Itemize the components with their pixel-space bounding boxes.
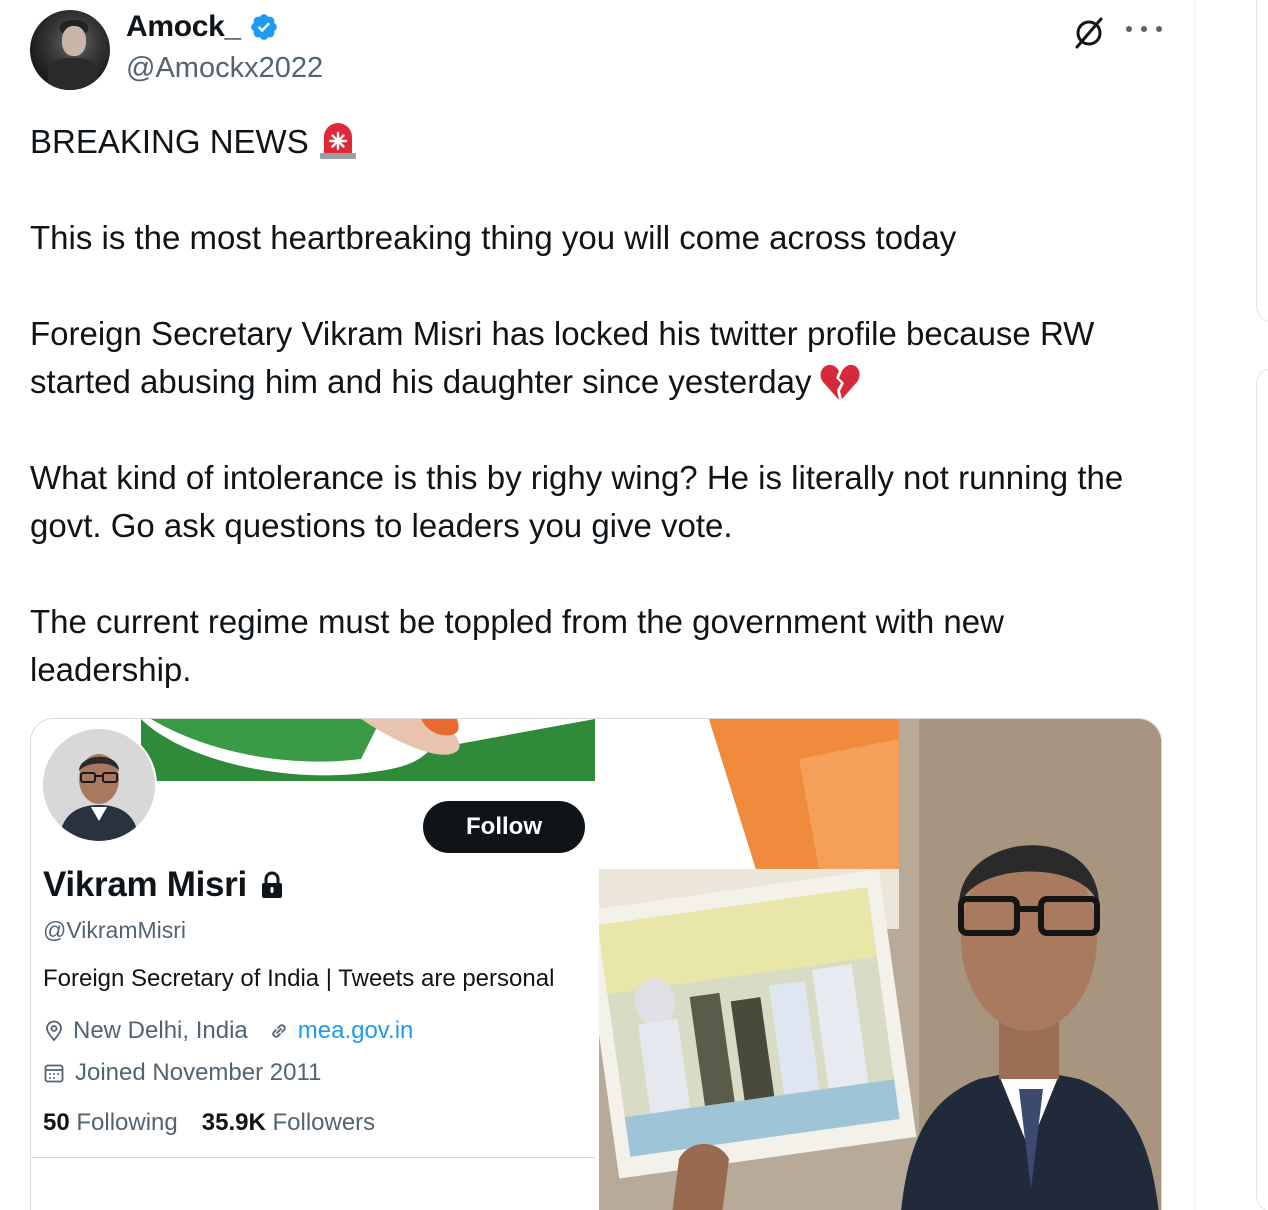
sidebar-card (1256, 368, 1268, 1210)
lock-icon (261, 871, 282, 898)
author-avatar[interactable] (30, 10, 110, 90)
press-briefing-photo[interactable] (599, 719, 1161, 1210)
sidebar-card (1256, 0, 1268, 322)
profile-screenshot-image[interactable]: Follow Vikram Misri @VikramMisri Foreign… (31, 719, 595, 1210)
profile-location: New Delhi, India (73, 1017, 248, 1044)
press-briefing-photo-art (599, 719, 1161, 1210)
tweet-text-paragraph: What kind of intolerance is this by righ… (30, 459, 1124, 544)
profile-name-row: Vikram Misri (43, 865, 285, 905)
grok-icon[interactable] (1070, 14, 1108, 52)
profile-name: Vikram Misri (43, 865, 247, 904)
profile-handle: @VikramMisri (43, 917, 187, 943)
broken-heart-icon (821, 364, 861, 400)
column-divider (1194, 0, 1195, 1210)
tweet-media-grid[interactable]: Follow Vikram Misri @VikramMisri Foreign… (30, 718, 1162, 1210)
tweet-text-paragraph: BREAKING NEWS (30, 118, 1170, 166)
siren-icon (319, 123, 356, 159)
profile-joined-row: Joined November 2011 (43, 1059, 321, 1087)
tweet-text-paragraph: This is the most heartbreaking thing you… (30, 219, 957, 256)
tweet-text-paragraph: The current regime must be toppled from … (30, 603, 1004, 688)
following-stat: 50 Following (43, 1109, 178, 1136)
author-handle[interactable]: @Amockx2022 (126, 52, 323, 85)
link-icon (272, 1024, 286, 1038)
followers-stat: 35.9K Followers (201, 1109, 376, 1136)
calendar-icon (44, 1064, 64, 1083)
tweet-page: Amock_ @Amockx2022 BREAKING NEWS This is… (0, 0, 1268, 1210)
verified-badge-icon (251, 14, 277, 40)
profile-avatar (41, 727, 157, 843)
location-pin-icon (46, 1020, 62, 1042)
profile-divider (31, 1157, 595, 1158)
author-display-name[interactable]: Amock_ (126, 10, 241, 44)
more-options-icon[interactable] (1126, 14, 1162, 44)
profile-website-link[interactable]: mea.gov.in (298, 1017, 414, 1045)
profile-stats: 50 Following 35.9K Followers (43, 1109, 375, 1137)
tweet-text-paragraph: Foreign Secretary Vikram Misri has locke… (30, 315, 1095, 400)
follow-button[interactable]: Follow (423, 801, 585, 853)
profile-joined-date: Joined November 2011 (75, 1059, 322, 1086)
profile-meta-row: New Delhi, India mea.gov.in (43, 1017, 413, 1045)
profile-bio: Foreign Secretary of India | Tweets are … (43, 965, 555, 992)
author-name-row: Amock_ (126, 10, 279, 44)
